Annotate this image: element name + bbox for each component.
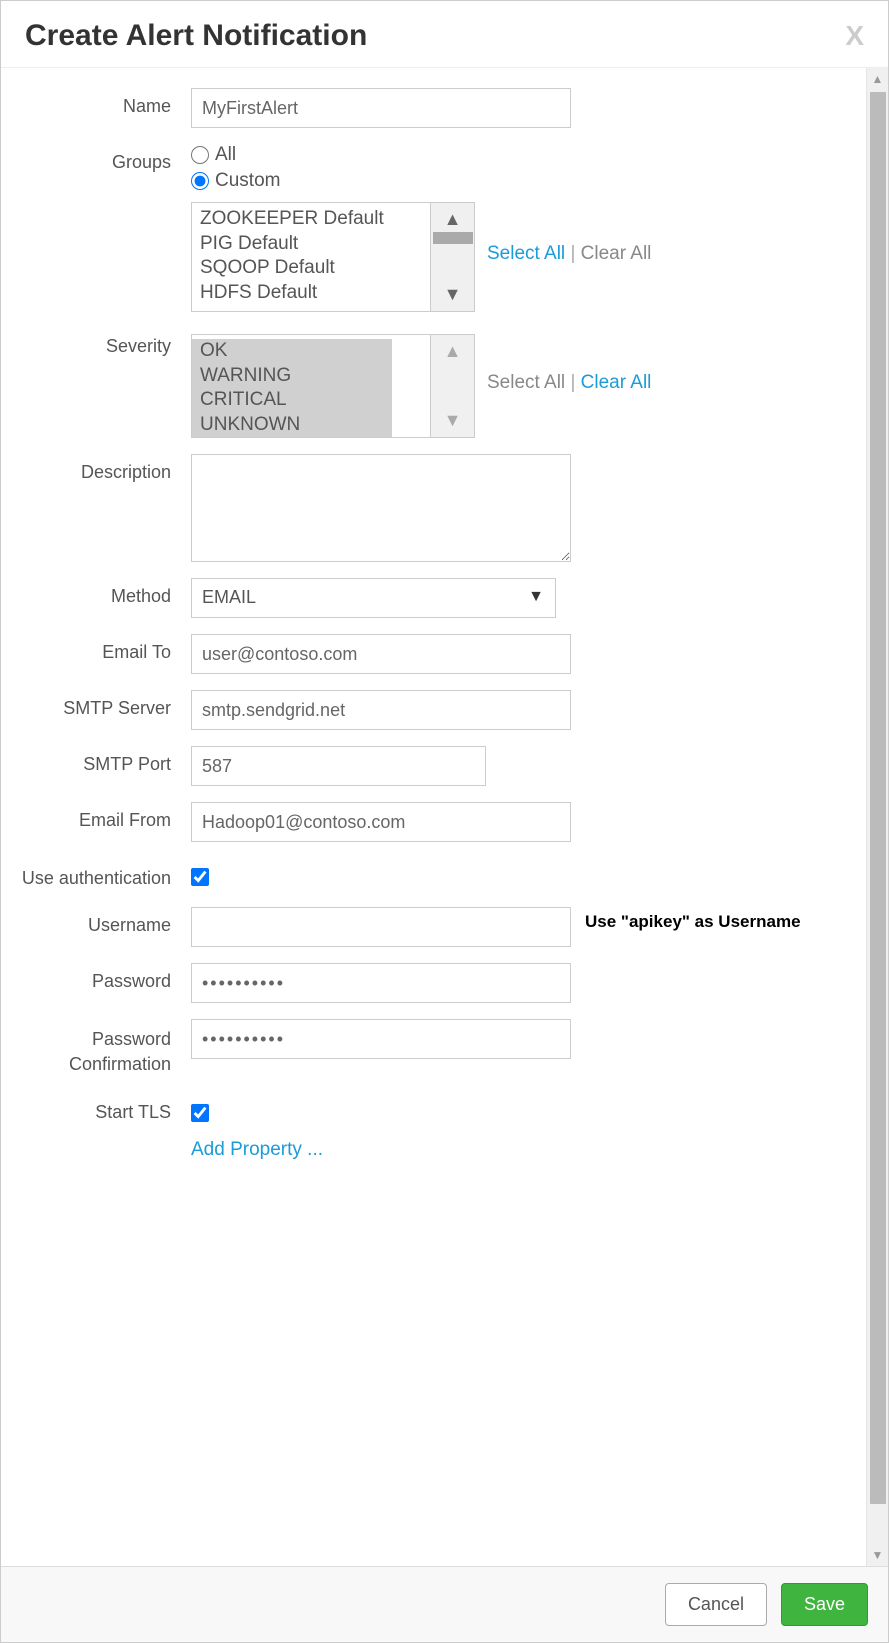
save-button[interactable]: Save — [781, 1583, 868, 1626]
start-tls-checkbox[interactable] — [191, 1104, 209, 1122]
username-input[interactable] — [191, 907, 571, 947]
severity-list-scroll[interactable]: ▲ ▼ — [431, 334, 475, 438]
username-hint: Use "apikey" as Username — [585, 907, 801, 933]
smtp-server-label: SMTP Server — [11, 690, 191, 719]
list-item[interactable]: SQOOP Default — [200, 256, 422, 281]
severity-select-all[interactable]: Select All — [487, 372, 565, 393]
password-confirm-label: Password Confirmation — [11, 1019, 191, 1077]
groups-select-all[interactable]: Select All — [487, 243, 565, 264]
groups-radio-all-label: All — [215, 144, 236, 166]
list-item[interactable]: PIG Default — [200, 232, 422, 257]
use-auth-label: Use authentication — [11, 858, 191, 891]
description-textarea[interactable] — [191, 454, 571, 562]
groups-radio-all[interactable] — [191, 146, 209, 164]
dialog-header: Create Alert Notification X — [1, 1, 888, 68]
smtp-port-label: SMTP Port — [11, 746, 191, 775]
description-label: Description — [11, 454, 191, 483]
email-to-input[interactable] — [191, 634, 571, 674]
smtp-port-input[interactable] — [191, 746, 486, 786]
name-label: Name — [11, 88, 191, 117]
email-from-input[interactable] — [191, 802, 571, 842]
dialog-footer: Cancel Save — [1, 1566, 888, 1642]
scroll-down-icon[interactable]: ▼ — [444, 410, 462, 431]
start-tls-label: Start TLS — [11, 1094, 191, 1123]
list-item[interactable]: OK — [200, 339, 392, 364]
method-label: Method — [11, 578, 191, 607]
list-item[interactable]: ZOOKEEPER Default — [200, 207, 422, 232]
username-label: Username — [11, 907, 191, 936]
password-label: Password — [11, 963, 191, 992]
groups-clear-all[interactable]: Clear All — [581, 243, 652, 264]
scroll-thumb[interactable] — [433, 232, 473, 244]
severity-clear-all[interactable]: Clear All — [581, 372, 652, 393]
dialog-scrollbar[interactable]: ▲ ▼ — [866, 68, 888, 1566]
groups-listbox[interactable]: ZOOKEEPER Default PIG Default SQOOP Defa… — [191, 202, 431, 312]
password-confirm-input[interactable] — [191, 1019, 571, 1059]
list-item[interactable]: UNKNOWN — [200, 413, 392, 438]
list-item[interactable]: HDFS Default — [200, 281, 422, 306]
scroll-up-icon[interactable]: ▲ — [444, 341, 462, 362]
form-area: Name Groups All Custom — [1, 68, 866, 1566]
list-item[interactable]: WARNING — [200, 364, 392, 389]
severity-label: Severity — [11, 328, 191, 357]
use-auth-checkbox[interactable] — [191, 868, 209, 886]
groups-radio-custom[interactable] — [191, 172, 209, 190]
method-select[interactable]: EMAIL ▼ — [191, 578, 556, 618]
groups-list-scroll[interactable]: ▲ ▼ — [431, 202, 475, 312]
cancel-button[interactable]: Cancel — [665, 1583, 767, 1626]
email-to-label: Email To — [11, 634, 191, 663]
severity-listbox[interactable]: OK WARNING CRITICAL UNKNOWN — [191, 334, 431, 438]
groups-label: Groups — [11, 144, 191, 173]
smtp-server-input[interactable] — [191, 690, 571, 730]
list-item[interactable]: CRITICAL — [200, 388, 392, 413]
password-input[interactable] — [191, 963, 571, 1003]
scroll-up-icon[interactable]: ▲ — [867, 68, 888, 90]
groups-radio-custom-label: Custom — [215, 170, 280, 192]
scroll-up-icon[interactable]: ▲ — [444, 209, 462, 230]
name-input[interactable] — [191, 88, 571, 128]
scroll-down-icon[interactable]: ▼ — [867, 1544, 888, 1566]
scroll-thumb[interactable] — [870, 92, 886, 1504]
scroll-down-icon[interactable]: ▼ — [444, 284, 462, 305]
dialog-body: Name Groups All Custom — [1, 68, 888, 1566]
create-alert-dialog: Create Alert Notification X Name Groups — [0, 0, 889, 1643]
email-from-label: Email From — [11, 802, 191, 831]
add-property-link[interactable]: Add Property ... — [191, 1139, 323, 1161]
dialog-title: Create Alert Notification — [25, 19, 367, 53]
close-icon[interactable]: X — [845, 20, 864, 52]
